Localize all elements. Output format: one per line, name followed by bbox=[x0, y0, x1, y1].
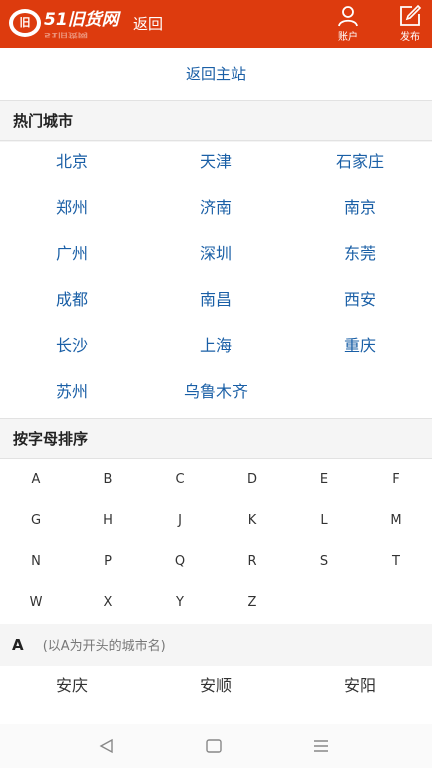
hot-cities-list: 北京 天津 石家庄 郑州 济南 南京 广州 深圳 东莞 成都 南昌 西安 长沙 … bbox=[0, 142, 432, 419]
hot-city[interactable]: 石家庄 bbox=[288, 142, 432, 188]
group-letter: A bbox=[12, 636, 24, 654]
publish-icon bbox=[400, 4, 422, 26]
publish-label: 发布 bbox=[400, 32, 420, 43]
alphabet-index: A B C D E F G H J K L M N P Q R S T W X … bbox=[0, 459, 432, 624]
hot-city[interactable]: 苏州 bbox=[0, 372, 144, 418]
logo-text: 51旧货网 bbox=[44, 10, 119, 30]
letter-link[interactable]: M bbox=[360, 500, 432, 541]
logo-reflection: 51旧货网 bbox=[44, 31, 88, 38]
letter-link[interactable]: L bbox=[288, 500, 360, 541]
hot-city[interactable]: 北京 bbox=[0, 142, 144, 188]
home-icon[interactable] bbox=[204, 736, 224, 756]
hot-cities-heading: 热门城市 bbox=[0, 101, 432, 141]
hot-city[interactable]: 南京 bbox=[288, 188, 432, 234]
account-icon bbox=[338, 6, 358, 27]
account-label: 账户 bbox=[338, 32, 358, 43]
publish-button[interactable]: 发布 bbox=[392, 4, 428, 46]
letter-link[interactable]: G bbox=[0, 500, 72, 541]
letter-link[interactable]: Z bbox=[216, 582, 288, 623]
letter-link[interactable]: D bbox=[216, 459, 288, 500]
alphabet-heading: 按字母排序 bbox=[0, 419, 432, 459]
letter-link[interactable]: Y bbox=[144, 582, 216, 623]
letter-link[interactable]: F bbox=[360, 459, 432, 500]
hot-city[interactable]: 济南 bbox=[144, 188, 288, 234]
hot-city[interactable]: 郑州 bbox=[0, 188, 144, 234]
group-hint: (以A为开头的城市名) bbox=[42, 639, 166, 654]
group-city[interactable]: 安庆 bbox=[0, 666, 144, 706]
hot-city[interactable]: 天津 bbox=[144, 142, 288, 188]
hot-city[interactable]: 长沙 bbox=[0, 326, 144, 372]
back-link[interactable]: 返回 bbox=[133, 14, 163, 34]
letter-link[interactable]: T bbox=[360, 541, 432, 582]
back-icon[interactable] bbox=[97, 736, 117, 756]
hot-city[interactable]: 东莞 bbox=[288, 234, 432, 280]
top-bar: 旧 51旧货网 51旧货网 返回 账户 发布 bbox=[0, 0, 432, 48]
letter-link[interactable]: C bbox=[144, 459, 216, 500]
hot-city[interactable]: 南昌 bbox=[144, 280, 288, 326]
letter-group-heading: A (以A为开头的城市名) bbox=[0, 624, 432, 666]
letter-link[interactable]: B bbox=[72, 459, 144, 500]
hot-city[interactable]: 成都 bbox=[0, 280, 144, 326]
site-logo[interactable]: 旧 51旧货网 51旧货网 bbox=[9, 9, 119, 39]
hot-city[interactable]: 乌鲁木齐 bbox=[144, 372, 288, 418]
account-button[interactable]: 账户 bbox=[330, 4, 366, 46]
letter-link[interactable]: X bbox=[72, 582, 144, 623]
letter-link[interactable]: R bbox=[216, 541, 288, 582]
hot-city[interactable]: 西安 bbox=[288, 280, 432, 326]
letter-link[interactable]: J bbox=[144, 500, 216, 541]
letter-link[interactable]: S bbox=[288, 541, 360, 582]
letter-link[interactable]: P bbox=[72, 541, 144, 582]
letter-link[interactable]: W bbox=[0, 582, 72, 623]
hot-city[interactable]: 深圳 bbox=[144, 234, 288, 280]
letter-link[interactable]: E bbox=[288, 459, 360, 500]
return-home-link[interactable]: 返回主站 bbox=[186, 48, 246, 101]
letter-link[interactable]: K bbox=[216, 500, 288, 541]
logo-badge: 旧 bbox=[9, 9, 41, 37]
group-city[interactable]: 安阳 bbox=[288, 666, 432, 706]
menu-icon[interactable] bbox=[311, 736, 331, 756]
letter-link[interactable]: N bbox=[0, 541, 72, 582]
hot-city[interactable]: 广州 bbox=[0, 234, 144, 280]
letter-link[interactable]: Q bbox=[144, 541, 216, 582]
letter-link[interactable]: H bbox=[72, 500, 144, 541]
return-home-row: 返回主站 bbox=[0, 48, 432, 101]
group-city[interactable]: 安顺 bbox=[144, 666, 288, 706]
hot-city[interactable]: 重庆 bbox=[288, 326, 432, 372]
letter-link[interactable]: A bbox=[0, 459, 72, 500]
hot-city[interactable]: 上海 bbox=[144, 326, 288, 372]
letter-group-cities: 安庆 安顺 安阳 bbox=[0, 666, 432, 724]
system-nav-bar bbox=[0, 724, 432, 768]
